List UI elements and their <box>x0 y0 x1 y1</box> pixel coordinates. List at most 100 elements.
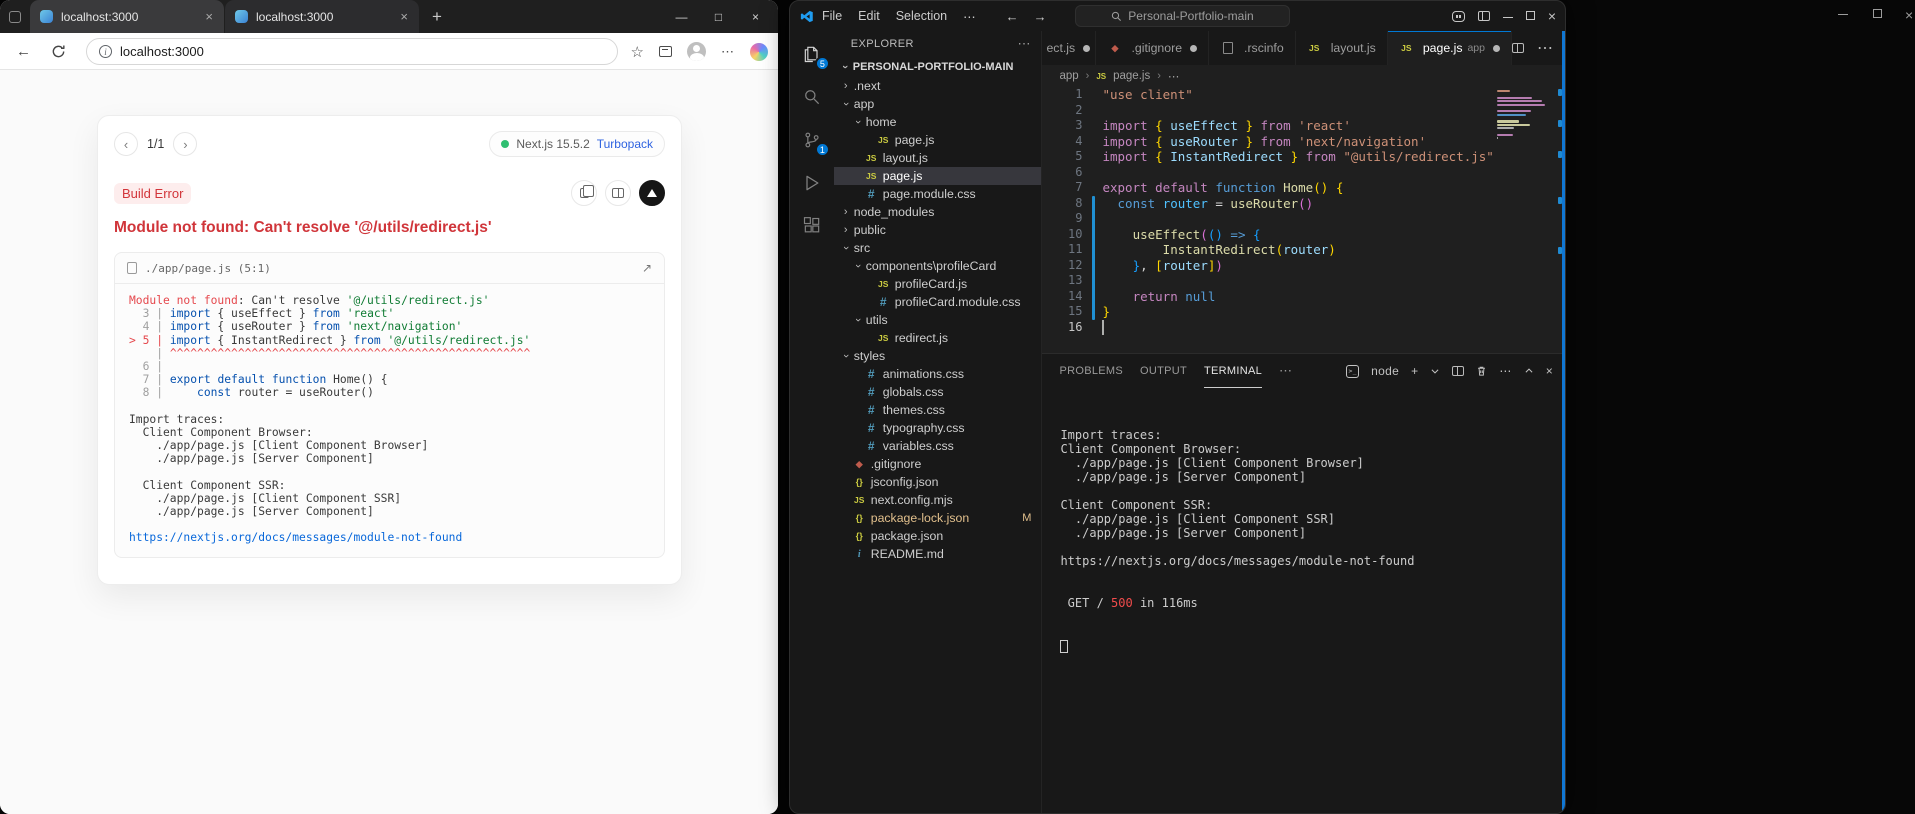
explorer-file-package.json[interactable]: {} package.json <box>834 527 1042 545</box>
bg-minimize-icon[interactable] <box>1838 7 1848 21</box>
explorer-folder-components\profileCard[interactable]: › components\profileCard <box>834 257 1042 275</box>
prev-error-button[interactable]: ‹ <box>114 132 138 156</box>
explorer-more-icon[interactable]: ⋯ <box>1017 36 1031 52</box>
extensions-activity-icon[interactable] <box>798 212 826 240</box>
search-activity-icon[interactable] <box>798 83 826 111</box>
explorer-file-README.md[interactable]: i README.md <box>834 545 1042 563</box>
collections-icon[interactable] <box>659 46 672 57</box>
minimap[interactable] <box>1497 90 1549 144</box>
explorer-file-.gitignore[interactable]: ◆ .gitignore <box>834 455 1042 473</box>
explorer-file-typography.css[interactable]: # typography.css <box>834 419 1042 437</box>
favorite-star-icon[interactable]: ☆ <box>631 43 644 61</box>
split-editor-icon[interactable] <box>1512 43 1524 53</box>
browser-tab-1[interactable]: localhost:3000 × <box>30 0 224 33</box>
explorer-file-page.js[interactable]: JS page.js <box>834 131 1042 149</box>
tab-close-icon[interactable]: × <box>202 9 216 24</box>
back-icon[interactable]: ← <box>16 43 31 60</box>
vscode-maximize-button[interactable] <box>1525 9 1535 23</box>
source-control-activity-icon[interactable]: 1 <box>798 126 830 157</box>
browser-minimize-button[interactable]: — <box>663 10 700 24</box>
menu-overflow-icon[interactable]: ⋯ <box>955 6 984 27</box>
customize-layout-icon[interactable] <box>1477 11 1490 21</box>
explorer-folder-.next[interactable]: › .next <box>834 77 1042 95</box>
vscode-minimize-button[interactable] <box>1502 9 1513 23</box>
address-bar[interactable]: i localhost:3000 <box>86 38 618 65</box>
panel-more-icon[interactable]: ⋯ <box>1279 363 1293 379</box>
tab-close-icon[interactable]: × <box>397 9 411 24</box>
nav-forward-icon[interactable]: → <box>1034 9 1047 24</box>
browser-maximize-button[interactable]: □ <box>700 10 737 24</box>
new-tab-button[interactable]: + <box>432 8 442 25</box>
menu-file[interactable]: File <box>814 6 850 26</box>
new-terminal-icon[interactable]: + <box>1411 364 1418 378</box>
explorer-file-globals.css[interactable]: # globals.css <box>834 383 1042 401</box>
terminal-more-icon[interactable]: ⋯ <box>1499 364 1511 378</box>
maximize-panel-icon[interactable] <box>1524 366 1534 376</box>
explorer-root-folder[interactable]: › PERSONAL-PORTFOLIO-MAIN <box>834 57 1042 77</box>
refresh-icon[interactable] <box>51 44 66 59</box>
vscode-close-button[interactable]: × <box>1548 8 1556 24</box>
next-error-button[interactable]: › <box>173 132 198 156</box>
explorer-file-package-lock.json[interactable]: {} package-lock.json M <box>834 509 1042 527</box>
terminal-output[interactable]: Import traces: Client Component Browser: … <box>1060 400 1414 681</box>
panel-tab-problems[interactable]: PROBLEMS <box>1059 354 1123 388</box>
explorer-file-redirect.js[interactable]: JS redirect.js <box>834 329 1042 347</box>
editor-sash[interactable] <box>1562 31 1565 813</box>
run-debug-activity-icon[interactable] <box>798 169 826 197</box>
explorer-folder-utils[interactable]: › utils <box>834 311 1042 329</box>
explorer-file-layout.js[interactable]: JS layout.js <box>834 149 1042 167</box>
editor-more-icon[interactable]: ⋯ <box>1537 38 1553 58</box>
explorer-folder-home[interactable]: › home <box>834 113 1042 131</box>
panel-tab-output[interactable]: OUTPUT <box>1140 354 1187 388</box>
explorer-folder-src[interactable]: › src <box>834 239 1042 257</box>
explorer-file-animations.css[interactable]: # animations.css <box>834 365 1042 383</box>
menu-edit[interactable]: Edit <box>850 6 888 26</box>
nextjs-logo-button[interactable] <box>639 180 665 206</box>
explorer-file-next.config.mjs[interactable]: JS next.config.mjs <box>834 491 1042 509</box>
copilot-titlebar-icon[interactable] <box>1451 10 1465 22</box>
explorer-file-themes.css[interactable]: # themes.css <box>834 401 1042 419</box>
close-panel-icon[interactable]: × <box>1546 364 1553 378</box>
copilot-icon[interactable] <box>750 42 768 61</box>
terminal-dropdown-icon[interactable] <box>1430 366 1440 376</box>
editor-tab-layout.js[interactable]: JS layout.js <box>1296 31 1388 65</box>
editor-tab-.rscinfo[interactable]: .rscinfo <box>1209 31 1296 65</box>
explorer-file-profileCard.js[interactable]: JS profileCard.js <box>834 275 1042 293</box>
nextjs-version-badge[interactable]: Next.js 15.5.2 Turbopack <box>489 131 665 157</box>
nav-back-icon[interactable]: ← <box>1006 9 1019 24</box>
docs-button[interactable] <box>605 180 631 206</box>
split-terminal-icon[interactable] <box>1452 366 1465 376</box>
explorer-activity-icon[interactable]: 5 <box>798 40 830 71</box>
command-center[interactable]: Personal-Portfolio-main <box>1075 5 1290 27</box>
editor-tab-.gitignore[interactable]: ◆ .gitignore <box>1096 31 1210 65</box>
explorer-file-page.module.css[interactable]: # page.module.css <box>834 185 1042 203</box>
menu-selection[interactable]: Selection <box>888 6 955 26</box>
bg-close-icon[interactable]: × <box>1905 7 1913 23</box>
site-info-icon[interactable]: i <box>99 45 112 58</box>
kill-terminal-icon[interactable] <box>1476 365 1487 377</box>
explorer-folder-node_modules[interactable]: › node_modules <box>834 203 1042 221</box>
browser-tab-2[interactable]: localhost:3000 × <box>225 0 419 33</box>
profile-avatar[interactable] <box>687 42 706 61</box>
tab-actions-icon[interactable] <box>9 10 21 23</box>
explorer-file-variables.css[interactable]: # variables.css <box>834 437 1042 455</box>
editor-tab-ect.js[interactable]: ect.js <box>1042 31 1097 65</box>
explorer-folder-app[interactable]: › app <box>834 95 1042 113</box>
editor-tab-page.js[interactable]: JS page.js app <box>1387 31 1512 65</box>
copy-error-button[interactable] <box>571 180 597 206</box>
breadcrumb-file[interactable]: page.js <box>1113 70 1150 82</box>
explorer-folder-public[interactable]: › public <box>834 221 1042 239</box>
panel-tab-terminal[interactable]: TERMINAL <box>1204 354 1263 388</box>
open-in-editor-icon[interactable]: ↗ <box>642 261 652 275</box>
explorer-file-jsconfig.json[interactable]: {} jsconfig.json <box>834 473 1042 491</box>
terminal-profile-name[interactable]: node <box>1371 364 1399 378</box>
explorer-file-profileCard.module.css[interactable]: # profileCard.module.css <box>834 293 1042 311</box>
explorer-folder-styles[interactable]: › styles <box>834 347 1042 365</box>
browser-close-button[interactable]: × <box>737 10 774 24</box>
explorer-file-page.js[interactable]: JS page.js <box>833 167 1042 185</box>
code-editor[interactable]: 1 2 3 4 5 6 7 8 9 10 11 12 13 14 15 16 "use client" imp… <box>1042 87 1565 353</box>
breadcrumb-app[interactable]: app <box>1059 70 1078 82</box>
browser-menu-icon[interactable]: ⋯ <box>721 44 735 60</box>
bg-maximize-icon[interactable] <box>1873 7 1882 21</box>
breadcrumb-symbols[interactable]: ⋯ <box>1168 69 1180 83</box>
